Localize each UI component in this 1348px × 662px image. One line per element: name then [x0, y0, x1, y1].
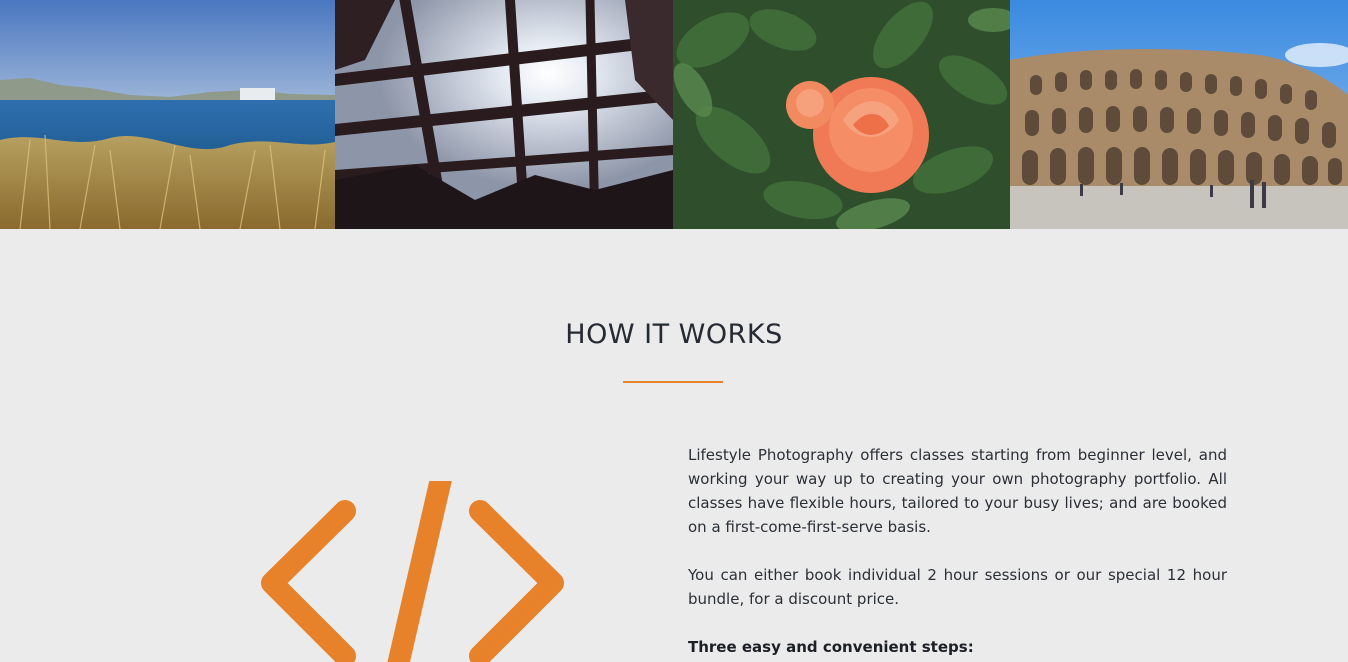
pergola-sun-photo: [335, 0, 673, 229]
code-brackets-icon: [250, 468, 580, 662]
photo-gallery: [0, 0, 1348, 229]
colosseum-photo: [1010, 0, 1348, 229]
steps-heading: Three easy and convenient steps:: [688, 638, 974, 656]
seaside-photo: [0, 0, 335, 229]
title-underline: [623, 381, 723, 383]
section-title: HOW IT WORKS: [565, 319, 783, 350]
how-it-works-copy: Lifestyle Photography offers classes sta…: [688, 443, 1227, 662]
intro-paragraph: Lifestyle Photography offers classes sta…: [688, 446, 1227, 536]
rose-photo: [673, 0, 1010, 229]
how-it-works-section: HOW IT WORKS Lifestyle Photography offer…: [0, 229, 1348, 662]
booking-paragraph: You can either book individual 2 hour se…: [688, 566, 1227, 608]
